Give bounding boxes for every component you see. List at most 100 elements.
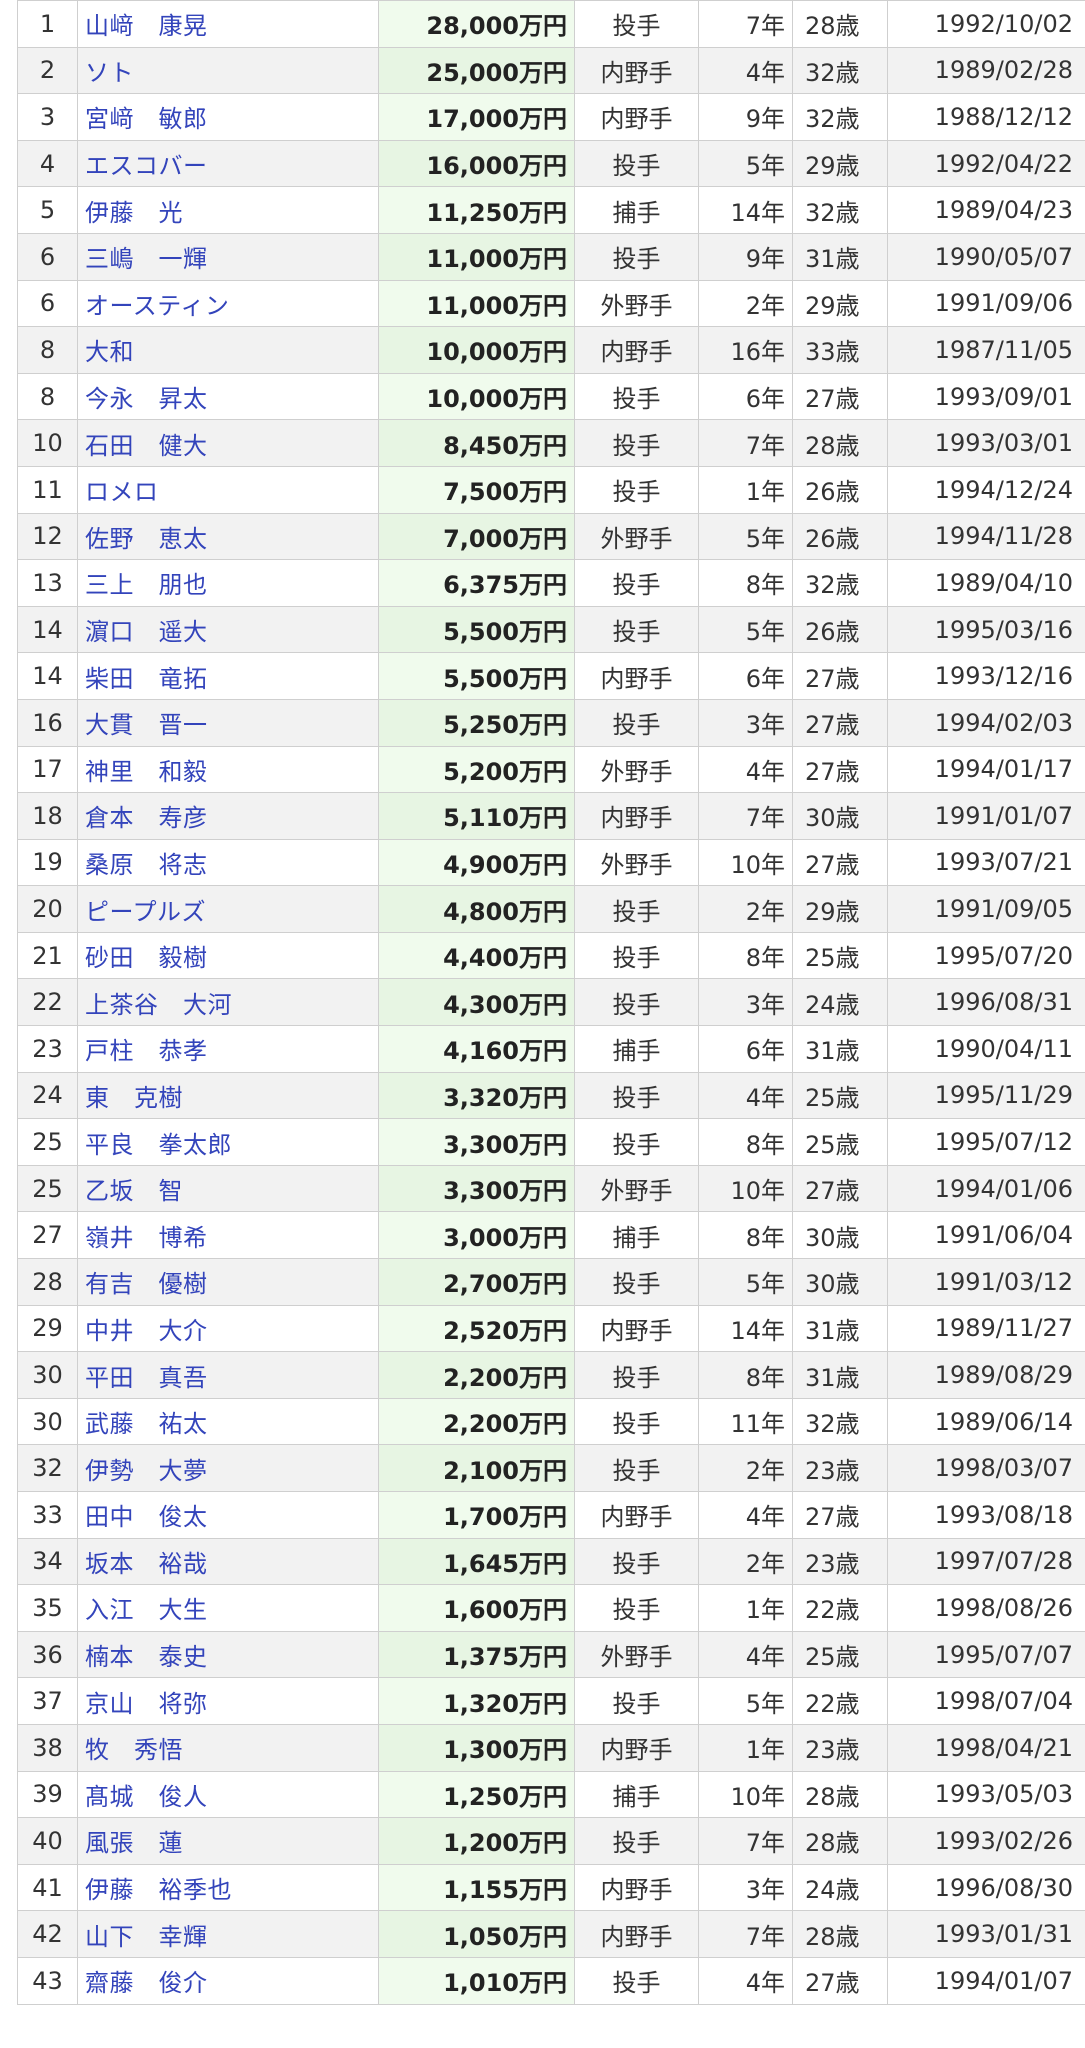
player-name-link[interactable]: 伊藤 裕季也: [85, 1876, 232, 1904]
player-name-cell[interactable]: 髙城 俊人: [77, 1770, 379, 1819]
birthdate-cell: 1991/01/07: [887, 792, 1085, 840]
player-name-link[interactable]: 伊藤 光: [85, 199, 183, 227]
player-name-cell[interactable]: 上茶谷 大河: [77, 978, 379, 1027]
player-name-cell[interactable]: 伊勢 大夢: [77, 1444, 379, 1492]
player-name-cell[interactable]: 伊藤 光: [77, 186, 379, 234]
player-name-cell[interactable]: 平良 拳太郎: [77, 1118, 379, 1166]
player-name-cell[interactable]: 牧 秀悟: [77, 1723, 379, 1772]
player-name-link[interactable]: 戸柱 恭孝: [85, 1037, 208, 1065]
years-cell: 14年: [698, 1304, 793, 1353]
player-name-link[interactable]: 桑原 将志: [85, 851, 208, 879]
player-name-link[interactable]: 山下 幸輝: [85, 1923, 208, 1951]
player-name-cell[interactable]: 大貫 晋一: [77, 698, 379, 747]
player-name-cell[interactable]: 中井 大介: [77, 1304, 379, 1353]
player-name-link[interactable]: 上茶谷 大河: [85, 991, 232, 1019]
player-name-link[interactable]: 神里 和毅: [85, 758, 208, 786]
player-name-cell[interactable]: 今永 昇太: [77, 372, 379, 421]
player-name-cell[interactable]: 佐野 恵太: [77, 512, 379, 561]
player-name-cell[interactable]: 濵口 遥大: [77, 605, 379, 654]
player-name-link[interactable]: 楠本 泰史: [85, 1643, 208, 1671]
player-name-link[interactable]: 石田 健大: [85, 432, 208, 460]
player-name-cell[interactable]: 嶺井 博希: [77, 1211, 379, 1260]
player-name-cell[interactable]: 田中 俊太: [77, 1491, 379, 1539]
player-name-link[interactable]: 佐野 恵太: [85, 525, 208, 553]
player-name-cell[interactable]: 宮﨑 敏郎: [77, 93, 379, 141]
position-cell: 投手: [574, 1677, 699, 1725]
player-name-link[interactable]: 平田 真吾: [85, 1364, 208, 1392]
player-name-cell[interactable]: 三嶋 一輝: [77, 232, 379, 281]
player-name-cell[interactable]: 神里 和毅: [77, 745, 379, 794]
player-name-link[interactable]: 平良 拳太郎: [85, 1131, 232, 1159]
player-name-link[interactable]: 入江 大生: [85, 1596, 208, 1624]
player-name-cell[interactable]: 風張 蓮: [77, 1817, 379, 1865]
player-name-cell[interactable]: オースティン: [77, 279, 379, 328]
player-name-link[interactable]: 倉本 寿彦: [85, 804, 208, 832]
player-name-cell[interactable]: 伊藤 裕季也: [77, 1863, 379, 1912]
player-name-link[interactable]: 嶺井 博希: [85, 1224, 208, 1252]
player-name-cell[interactable]: 石田 健大: [77, 419, 379, 467]
player-name-link[interactable]: 柴田 竜拓: [85, 665, 208, 693]
age-cell: 27歳: [792, 1956, 888, 2005]
player-name-cell[interactable]: 坂本 裕哉: [77, 1537, 379, 1586]
player-name-link[interactable]: 砂田 毅樹: [85, 944, 208, 972]
birthdate-cell: 1993/05/03: [887, 1770, 1085, 1819]
player-name-link[interactable]: 齋藤 俊介: [85, 1969, 208, 1997]
player-name-link[interactable]: 有吉 優樹: [85, 1270, 208, 1298]
player-name-cell[interactable]: 砂田 毅樹: [77, 931, 379, 980]
player-name-cell[interactable]: 武藤 祐太: [77, 1397, 379, 1446]
player-name-link[interactable]: 牧 秀悟: [85, 1736, 183, 1764]
player-name-link[interactable]: 風張 蓮: [85, 1829, 183, 1857]
player-name-cell[interactable]: エスコバー: [77, 139, 379, 188]
player-name-cell[interactable]: 三上 朋也: [77, 559, 379, 607]
player-name-link[interactable]: 三上 朋也: [85, 571, 208, 599]
player-name-cell[interactable]: 京山 将弥: [77, 1677, 379, 1725]
birthdate-cell: 1998/04/21: [887, 1723, 1085, 1772]
player-name-cell[interactable]: ロメロ: [77, 465, 379, 514]
player-name-link[interactable]: 京山 将弥: [85, 1690, 208, 1718]
table-row: 29 中井 大介 2,520万円 内野手 14年 31歳 1989/11/27: [17, 1304, 1085, 1353]
player-name-link[interactable]: 三嶋 一輝: [85, 245, 208, 273]
player-name-link[interactable]: 田中 俊太: [85, 1503, 208, 1531]
salary-cell: 1,700万円: [378, 1491, 575, 1539]
player-name-cell[interactable]: 倉本 寿彦: [77, 792, 379, 840]
player-name-link[interactable]: 今永 昇太: [85, 385, 208, 413]
player-name-cell[interactable]: 柴田 竜拓: [77, 652, 379, 700]
player-name-link[interactable]: ロメロ: [85, 478, 159, 506]
player-name-link[interactable]: ピープルズ: [85, 898, 206, 926]
player-name-cell[interactable]: ピープルズ: [77, 885, 379, 933]
rank-cell: 37: [17, 1677, 78, 1725]
player-name-link[interactable]: 髙城 俊人: [85, 1783, 208, 1811]
player-name-cell[interactable]: 山﨑 康晃: [77, 0, 379, 48]
player-name-cell[interactable]: 乙坂 智: [77, 1164, 379, 1213]
player-name-link[interactable]: 乙坂 智: [85, 1177, 183, 1205]
player-name-link[interactable]: 大貫 晋一: [85, 711, 208, 739]
player-name-link[interactable]: 武藤 祐太: [85, 1410, 208, 1438]
years-cell: 2年: [698, 1444, 793, 1492]
player-name-link[interactable]: 伊勢 大夢: [85, 1457, 208, 1485]
player-name-cell[interactable]: 大和: [77, 326, 379, 374]
player-name-link[interactable]: 宮﨑 敏郎: [85, 105, 208, 133]
player-name-cell[interactable]: 有吉 優樹: [77, 1258, 379, 1306]
player-name-cell[interactable]: 平田 真吾: [77, 1351, 379, 1399]
player-name-link[interactable]: 東 克樹: [85, 1084, 183, 1112]
player-name-cell[interactable]: 東 克樹: [77, 1071, 379, 1120]
player-name-cell[interactable]: 戸柱 恭孝: [77, 1025, 379, 1073]
player-name-link[interactable]: 坂本 裕哉: [85, 1550, 208, 1578]
player-name-cell[interactable]: ソト: [77, 46, 379, 95]
table-row: 41 伊藤 裕季也 1,155万円 内野手 3年 24歳 1996/08/30: [17, 1863, 1085, 1912]
player-name-link[interactable]: 濵口 遥大: [85, 618, 208, 646]
player-name-cell[interactable]: 山下 幸輝: [77, 1910, 379, 1958]
player-name-link[interactable]: エスコバー: [85, 152, 208, 180]
player-name-cell[interactable]: 楠本 泰史: [77, 1630, 379, 1679]
player-name-link[interactable]: 大和: [85, 338, 134, 366]
rank-cell: 12: [17, 512, 78, 561]
player-name-link[interactable]: ソト: [85, 59, 134, 87]
rank-cell: 40: [17, 1817, 78, 1865]
player-name-cell[interactable]: 齋藤 俊介: [77, 1956, 379, 2005]
player-name-cell[interactable]: 入江 大生: [77, 1584, 379, 1632]
player-name-link[interactable]: 中井 大介: [85, 1317, 208, 1345]
player-name-link[interactable]: 山﨑 康晃: [85, 12, 208, 40]
age-cell: 28歳: [792, 0, 888, 48]
player-name-link[interactable]: オースティン: [85, 292, 229, 320]
player-name-cell[interactable]: 桑原 将志: [77, 838, 379, 887]
